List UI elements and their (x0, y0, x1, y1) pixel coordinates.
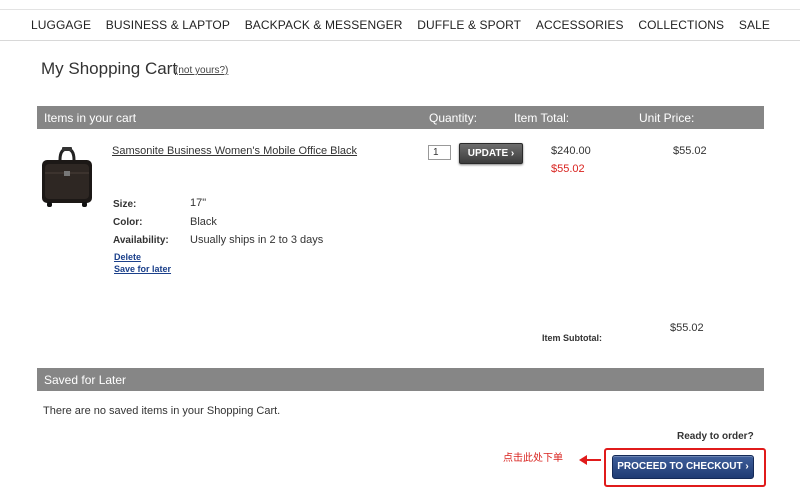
update-label: UPDATE (467, 148, 509, 159)
page-title: My Shopping Cart (41, 59, 178, 78)
item-unit-price: $55.02 (673, 145, 707, 157)
quantity-header: Quantity: (429, 111, 478, 125)
item-list-total: $240.00 (551, 145, 591, 157)
quantity-input[interactable]: 1 (428, 145, 451, 160)
annotation-text: 点击此处下单 (503, 453, 563, 464)
availability-label: Availability: (113, 235, 169, 246)
nav-item-business-laptop[interactable]: BUSINESS & LAPTOP (106, 18, 230, 32)
saved-for-later-bar: Saved for Later (37, 368, 764, 391)
briefcase-icon[interactable] (39, 145, 95, 211)
nav-item-backpack-messenger[interactable]: BACKPACK & MESSENGER (245, 18, 403, 32)
top-navigation: LUGGAGE BUSINESS & LAPTOP BACKPACK & MES… (0, 9, 800, 41)
nav-item-sale[interactable]: SALE (739, 18, 770, 32)
nav-item-collections[interactable]: COLLECTIONS (638, 18, 724, 32)
item-sale-total: $55.02 (551, 163, 585, 175)
size-label: Size: (113, 199, 137, 210)
update-button[interactable]: UPDATE › (459, 143, 523, 164)
subtotal-value: $55.02 (670, 322, 704, 334)
arrow-left-icon (579, 455, 601, 465)
nav-item-luggage[interactable]: LUGGAGE (31, 18, 91, 32)
delete-link[interactable]: Delete (114, 252, 141, 262)
cart-header-bar: Items in your cart Quantity: Item Total:… (37, 106, 764, 129)
product-name-link[interactable]: Samsonite Business Women's Mobile Office… (112, 145, 357, 157)
availability-value: Usually ships in 2 to 3 days (190, 234, 324, 246)
nav-item-accessories[interactable]: ACCESSORIES (536, 18, 624, 32)
color-value: Black (190, 216, 217, 228)
save-for-later-link[interactable]: Save for later (114, 264, 171, 274)
ready-to-order-label: Ready to order? (677, 431, 754, 442)
nav-item-duffle-sport[interactable]: DUFFLE & SPORT (417, 18, 521, 32)
proceed-to-checkout-button[interactable]: PROCEED TO CHECKOUT › (612, 455, 754, 479)
unit-price-header: Unit Price: (639, 111, 695, 125)
saved-empty-message: There are no saved items in your Shoppin… (43, 405, 281, 417)
chevron-right-icon: › (510, 148, 515, 159)
item-total-header: Item Total: (514, 111, 570, 125)
color-label: Color: (113, 217, 143, 228)
cart-header-title: Items in your cart (44, 111, 137, 125)
checkout-button-label: PROCEED TO CHECKOUT (617, 461, 743, 472)
saved-for-later-title: Saved for Later (44, 373, 127, 387)
subtotal-label: Item Subtotal: (542, 333, 602, 343)
not-yours-link[interactable]: (not yours?) (175, 65, 228, 76)
chevron-right-icon: › (745, 461, 749, 472)
size-value: 17" (190, 197, 207, 209)
